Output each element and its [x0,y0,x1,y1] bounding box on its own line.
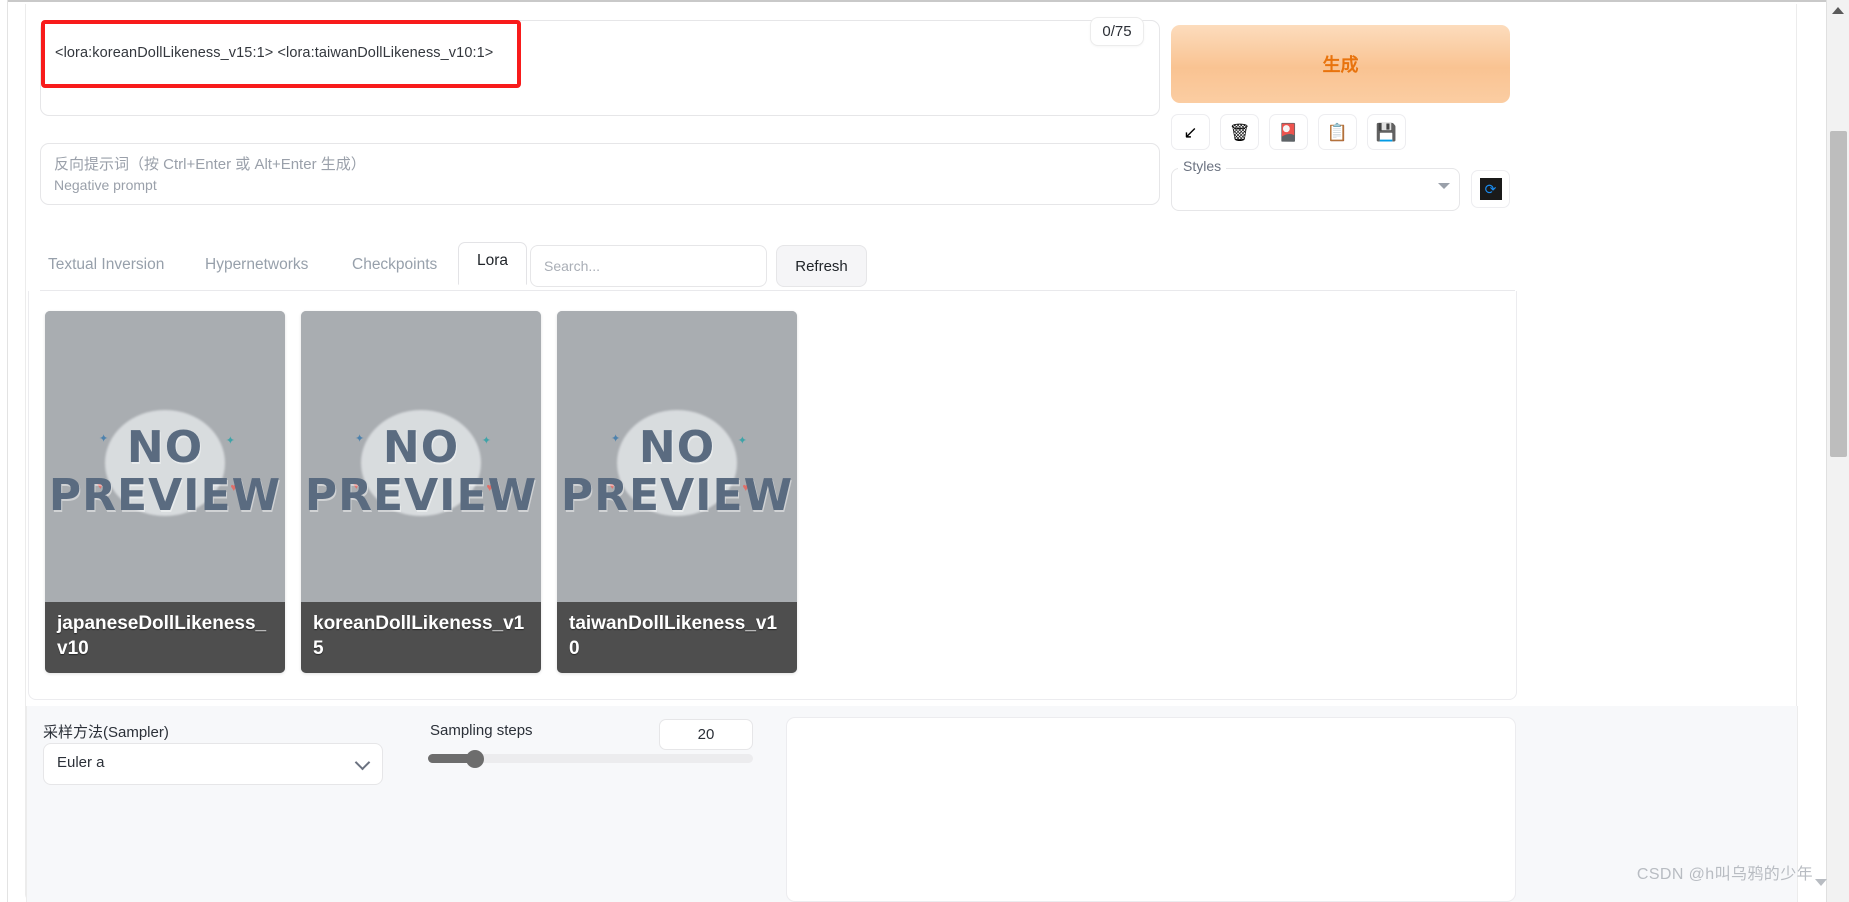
lora-card[interactable]: ✦ ✦ ♥ ♥ NO PREVIEW koreanDollLikeness_v1… [301,311,541,673]
scroll-up-arrow-icon[interactable] [1832,7,1844,14]
prompt-tool-buttons: ↙ 🗑 🎴 📋 💾 [1171,114,1406,150]
lora-card-label: japaneseDollLikeness_v10 [45,602,285,673]
slider-thumb[interactable] [466,750,484,768]
stable-diffusion-webui: <lora:koreanDollLikeness_v15:1> <lora:ta… [0,0,1849,902]
no-preview-icon: ✦ ✦ ♥ ♥ NO PREVIEW [305,408,536,536]
lora-cards-panel: ✦ ✦ ♥ ♥ NO PREVIEW japaneseDollLikeness_… [28,291,1517,700]
lora-card-label: taiwanDollLikeness_v10 [557,602,797,673]
no-preview-line2: PREVIEW [560,470,794,521]
chevron-down-icon[interactable] [1438,183,1450,189]
tab-lora[interactable]: Lora [458,242,528,285]
lora-card[interactable]: ✦ ✦ ♥ ♥ NO PREVIEW japaneseDollLikeness_… [45,311,285,673]
save-style-floppy-icon[interactable]: 💾 [1367,114,1406,150]
prompt-textarea[interactable]: <lora:koreanDollLikeness_v15:1> <lora:ta… [40,20,1160,116]
no-preview-icon: ✦ ✦ ♥ ♥ NO PREVIEW [49,408,280,536]
sampling-steps-value[interactable]: 20 [659,719,753,750]
window-top-rule [8,0,1849,2]
tab-hypernetworks[interactable]: Hypernetworks [201,250,312,280]
watermark-caret-icon [1815,879,1827,886]
lora-card-label: koreanDollLikeness_v15 [301,602,541,673]
styles-label: Styles [1178,158,1227,174]
tab-checkpoints[interactable]: Checkpoints [348,250,441,280]
output-gallery-panel [786,717,1516,902]
token-counter: 0/75 [1090,17,1144,46]
refresh-icon: ⟳ [1479,178,1502,200]
styles-refresh-button[interactable]: ⟳ [1471,170,1510,208]
clear-prompt-trash-icon[interactable]: 🗑 [1220,114,1259,150]
restore-progress-icon[interactable]: ↙ [1171,114,1210,150]
scrollbar-thumb[interactable] [1830,131,1847,457]
sampler-label: 采样方法(Sampler) [43,724,169,741]
refresh-networks-button[interactable]: Refresh [776,245,867,287]
no-preview-line2: PREVIEW [48,470,282,521]
prompt-area: <lora:koreanDollLikeness_v15:1> <lora:ta… [40,20,1160,116]
no-preview-line1: NO [126,422,204,474]
negative-prompt-area: 反向提示词（按 Ctrl+Enter 或 Alt+Enter 生成） Negat… [40,143,1160,205]
negative-prompt-placeholder-cn: 反向提示词（按 Ctrl+Enter 或 Alt+Enter 生成） [54,156,366,173]
no-preview-icon: ✦ ✦ ♥ ♥ NO PREVIEW [561,408,792,536]
tab-textual-inversion[interactable]: Textual Inversion [44,250,168,280]
no-preview-line1: NO [382,422,460,474]
sampling-steps-slider[interactable] [428,750,753,768]
sampling-steps-label: Sampling steps [430,722,533,739]
negative-prompt-textarea[interactable]: 反向提示词（按 Ctrl+Enter 或 Alt+Enter 生成） Negat… [40,143,1160,205]
lora-cards-row: ✦ ✦ ♥ ♥ NO PREVIEW japaneseDollLikeness_… [45,311,797,673]
page-scrollbar[interactable] [1826,0,1849,902]
search-input[interactable] [530,245,767,287]
lora-card[interactable]: ✦ ✦ ♥ ♥ NO PREVIEW taiwanDollLikeness_v1… [557,311,797,673]
prompt-text: <lora:koreanDollLikeness_v15:1> <lora:ta… [55,45,494,61]
paste-clipboard-icon[interactable]: 📋 [1318,114,1357,150]
no-preview-line1: NO [638,422,716,474]
apply-style-card-icon[interactable]: 🎴 [1269,114,1308,150]
watermark: CSDN @h叫乌鸦的少年 [1636,866,1813,883]
negative-prompt-placeholder-en: Negative prompt [54,177,157,193]
window-left-edge [0,0,8,902]
generate-button[interactable]: 生成 [1171,25,1510,103]
styles-dropdown[interactable] [1171,168,1460,211]
no-preview-line2: PREVIEW [304,470,538,521]
sampler-selected-value: Euler a [57,754,105,771]
